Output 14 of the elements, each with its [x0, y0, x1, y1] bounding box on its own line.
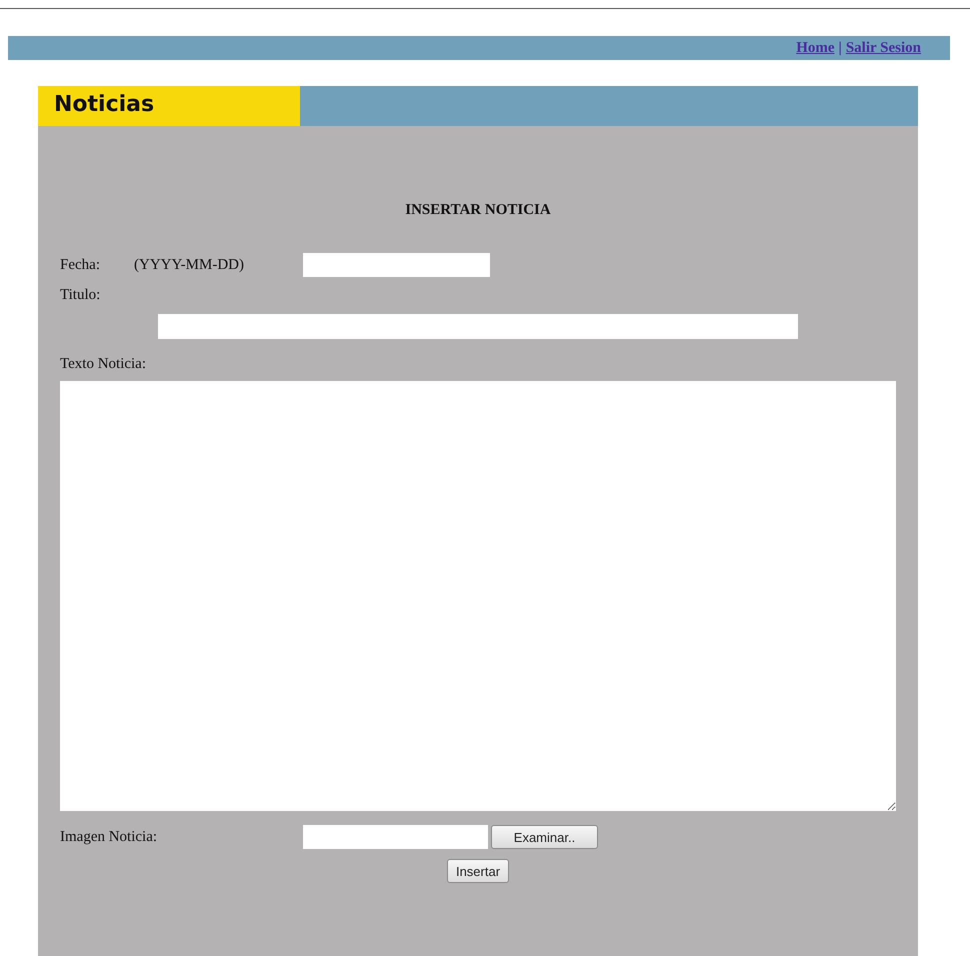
date-field[interactable]	[303, 253, 490, 277]
field-label: Fecha:	[60, 256, 101, 274]
field-label: Titulo:	[60, 287, 102, 304]
title-field[interactable]	[158, 314, 798, 339]
browse-button[interactable]: Examinar..	[491, 825, 598, 849]
file-field[interactable]	[303, 825, 488, 849]
form-heading: INSERTAR NOTICIA	[404, 202, 552, 219]
field-label: Texto Noticia:	[60, 356, 148, 373]
separator: |	[838, 40, 842, 56]
field-label: Imagen Noticia:	[60, 828, 158, 846]
text-area[interactable]	[60, 381, 896, 811]
format-hint: (YYYY-MM-DD)	[134, 256, 245, 274]
submit-button[interactable]: Insertar	[446, 859, 510, 883]
panel-title: Noticias	[38, 86, 300, 126]
